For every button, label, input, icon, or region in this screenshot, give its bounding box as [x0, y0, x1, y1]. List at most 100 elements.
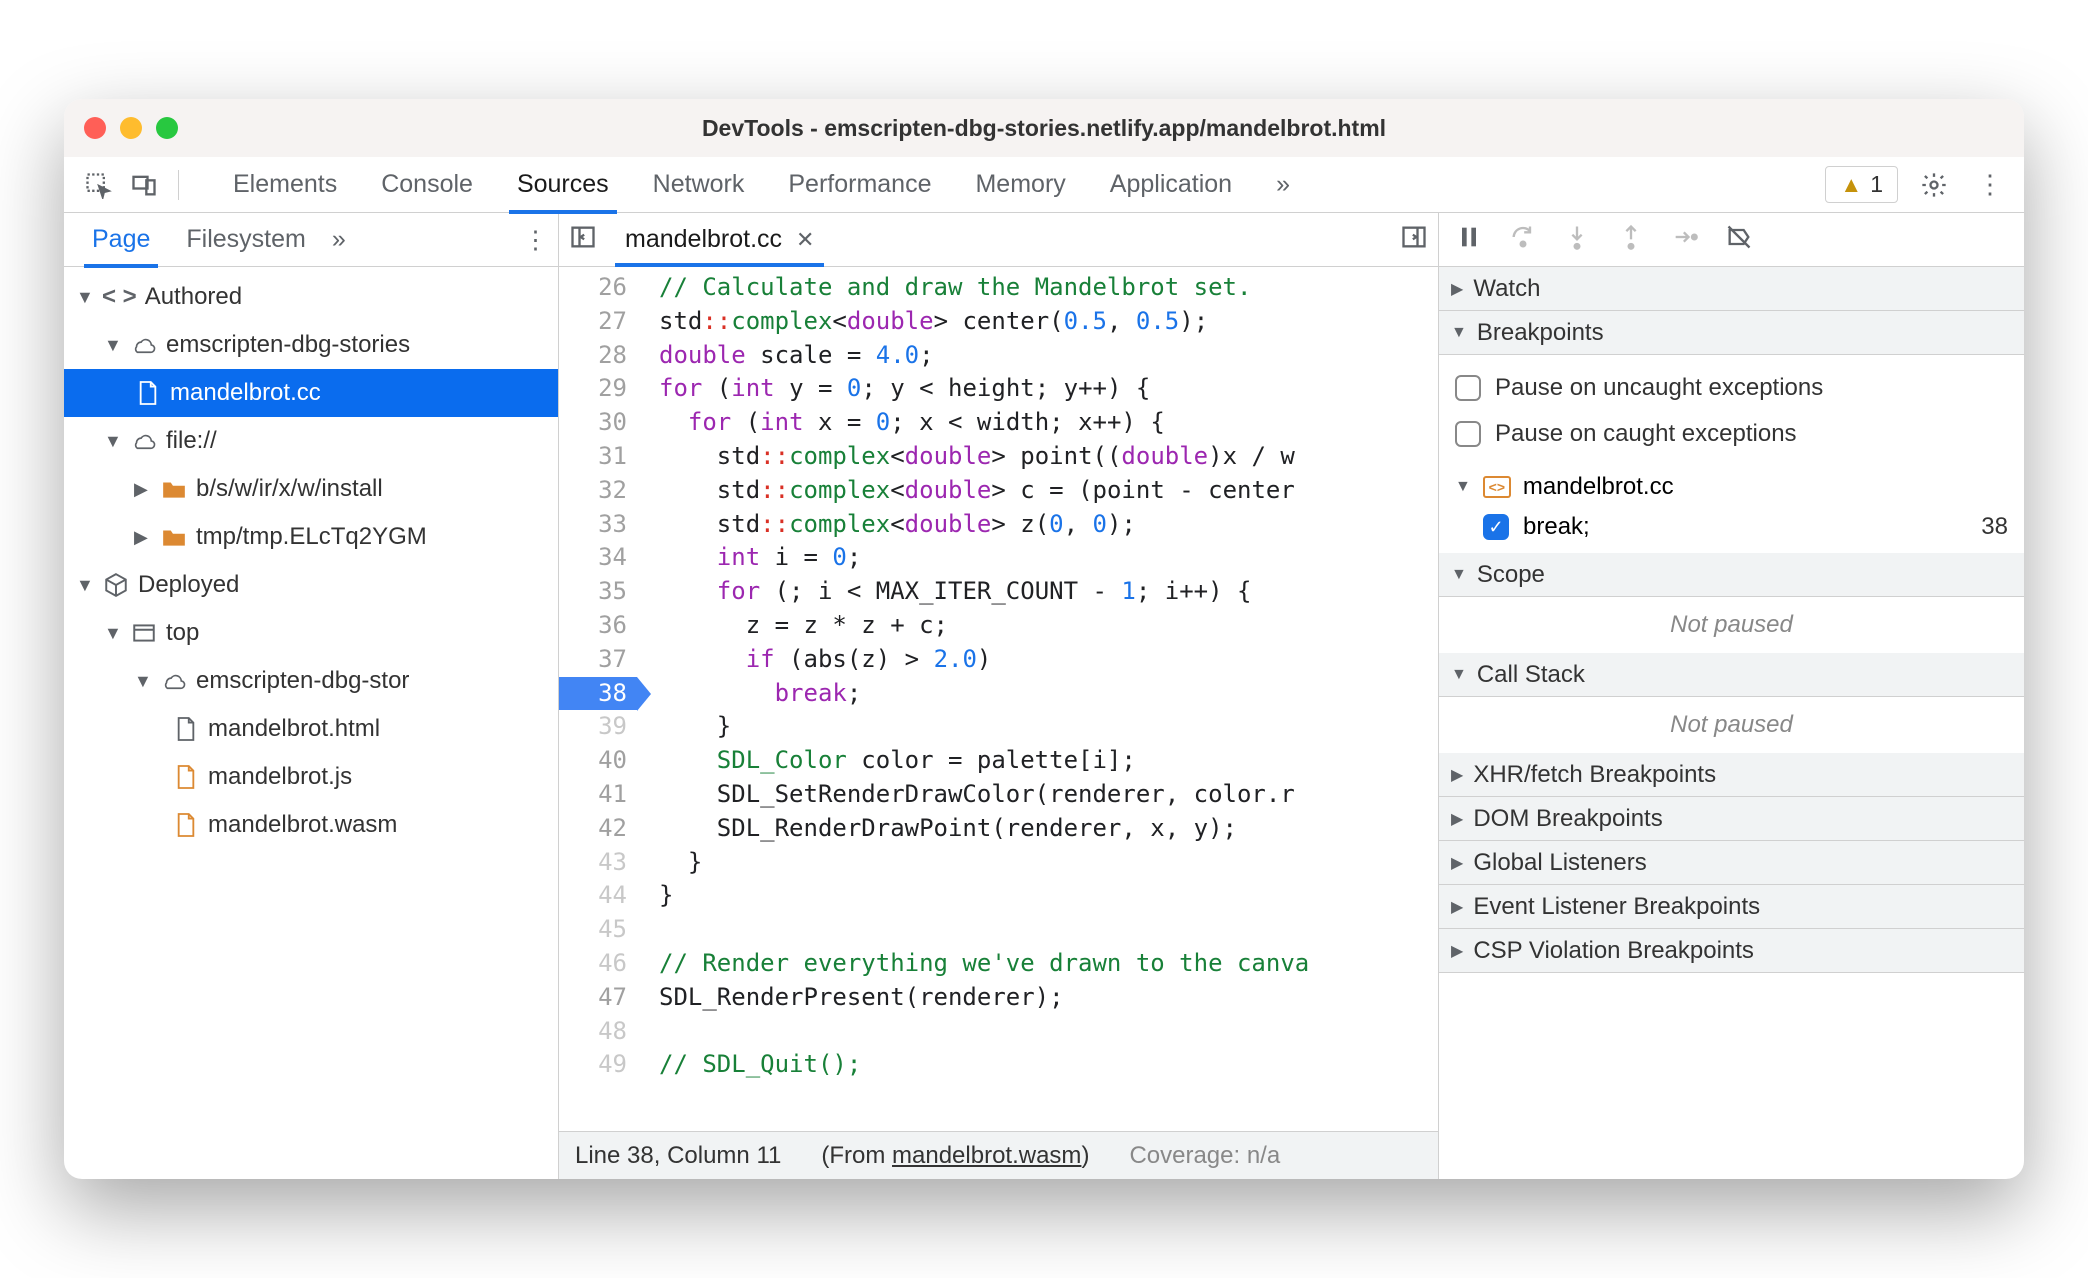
pause-icon[interactable] [1455, 223, 1483, 256]
tab-elements[interactable]: Elements [211, 156, 359, 213]
checkbox-unchecked-icon[interactable] [1455, 421, 1481, 447]
section-xhr[interactable]: ▶ XHR/fetch Breakpoints [1439, 753, 2024, 797]
file-icon [134, 379, 162, 407]
coverage-status: Coverage: n/a [1129, 1142, 1280, 1170]
section-dom[interactable]: ▶ DOM Breakpoints [1439, 797, 2024, 841]
file-icon [172, 811, 200, 839]
panel-tabs: Elements Console Sources Network Perform… [211, 156, 1312, 213]
tree-deployed[interactable]: ▼ Deployed [64, 561, 558, 609]
tabs-overflow[interactable]: » [1254, 156, 1312, 213]
caret-right-icon: ▶ [1451, 809, 1463, 829]
tree-file-wasm[interactable]: mandelbrot.wasm [64, 801, 558, 849]
caret-down-icon: ▼ [1455, 478, 1471, 496]
step-into-icon[interactable] [1563, 223, 1591, 256]
tree-file-js[interactable]: mandelbrot.js [64, 753, 558, 801]
editor-tabs: mandelbrot.cc ✕ [559, 213, 1438, 267]
tree-folder-tmp[interactable]: ▶ tmp/tmp.ELcTq2YGM [64, 513, 558, 561]
line-gutter[interactable]: 2627282930313233343536373839404142434445… [559, 267, 637, 1131]
device-toggle-icon[interactable] [124, 165, 164, 205]
frame-icon [130, 619, 158, 647]
tree-file-mandelbrot-cc[interactable]: mandelbrot.cc [64, 369, 558, 417]
file-icon [172, 715, 200, 743]
source-origin: (From mandelbrot.wasm) [821, 1142, 1089, 1170]
deployed-icon [102, 571, 130, 599]
toggle-debugger-icon[interactable] [1400, 223, 1428, 256]
file-tree: ▼ < > Authored ▼ emscripten-dbg-stories … [64, 267, 558, 1179]
section-csp[interactable]: ▶ CSP Violation Breakpoints [1439, 929, 2024, 973]
folder-icon [160, 523, 188, 551]
nav-tabs-overflow[interactable]: » [332, 225, 346, 254]
scope-not-paused: Not paused [1439, 597, 2024, 653]
cursor-position: Line 38, Column 11 [575, 1142, 781, 1170]
tree-file-scheme[interactable]: ▼ file:// [64, 417, 558, 465]
tree-origin-deployed[interactable]: ▼ emscripten-dbg-stor [64, 657, 558, 705]
pause-uncaught-row[interactable]: Pause on uncaught exceptions [1455, 365, 2008, 411]
section-event[interactable]: ▶ Event Listener Breakpoints [1439, 885, 2024, 929]
authored-icon: < > [102, 283, 137, 311]
nav-more-icon[interactable]: ⋮ [523, 225, 548, 255]
checkbox-checked-icon[interactable]: ✓ [1483, 514, 1509, 540]
tab-network[interactable]: Network [631, 156, 767, 213]
breakpoint-line-number: 38 [1981, 513, 2008, 541]
settings-icon[interactable] [1914, 165, 1954, 205]
caret-right-icon: ▶ [1451, 897, 1463, 917]
breakpoints-body: Pause on uncaught exceptions Pause on ca… [1439, 355, 2024, 467]
warning-icon: ▲ [1840, 172, 1862, 198]
tree-origin[interactable]: ▼ emscripten-dbg-stories [64, 321, 558, 369]
breakpoint-file[interactable]: ▼ <> mandelbrot.cc [1439, 467, 2024, 507]
callstack-not-paused: Not paused [1439, 697, 2024, 753]
toggle-navigator-icon[interactable] [569, 223, 597, 256]
inspect-element-icon[interactable] [78, 165, 118, 205]
section-breakpoints[interactable]: ▼ Breakpoints [1439, 311, 2024, 355]
code-editor[interactable]: 2627282930313233343536373839404142434445… [559, 267, 1438, 1131]
source-badge-icon: <> [1483, 476, 1511, 498]
tab-sources[interactable]: Sources [495, 156, 631, 213]
navigator-pane: Page Filesystem » ⋮ ▼ < > Authored ▼ ems… [64, 213, 559, 1179]
tree-authored[interactable]: ▼ < > Authored [64, 273, 558, 321]
tree-frame-top[interactable]: ▼ top [64, 609, 558, 657]
tab-application[interactable]: Application [1088, 156, 1254, 213]
more-icon[interactable]: ⋮ [1970, 165, 2010, 205]
checkbox-unchecked-icon[interactable] [1455, 375, 1481, 401]
step-icon[interactable] [1671, 223, 1699, 256]
toolbar-right: ▲ 1 ⋮ [1825, 165, 2010, 205]
section-callstack[interactable]: ▼ Call Stack [1439, 653, 2024, 697]
tab-memory[interactable]: Memory [953, 156, 1087, 213]
warning-count: 1 [1870, 171, 1883, 198]
editor-pane: mandelbrot.cc ✕ 262728293031323334353637… [559, 213, 1438, 1179]
caret-right-icon: ▶ [1451, 941, 1463, 961]
tree-folder-install[interactable]: ▶ b/s/w/ir/x/w/install [64, 465, 558, 513]
pause-caught-row[interactable]: Pause on caught exceptions [1455, 411, 2008, 457]
caret-down-icon: ▼ [1451, 324, 1467, 342]
section-global[interactable]: ▶ Global Listeners [1439, 841, 2024, 885]
caret-right-icon: ▶ [1451, 279, 1463, 299]
tab-console[interactable]: Console [359, 156, 495, 213]
devtools-window: DevTools - emscripten-dbg-stories.netlif… [64, 99, 2024, 1179]
nav-tab-page[interactable]: Page [74, 212, 168, 267]
debugger-pane: ▶ Watch ▼ Breakpoints Pause on uncaught … [1438, 213, 2024, 1179]
caret-right-icon: ▶ [1451, 765, 1463, 785]
cloud-icon [130, 331, 158, 359]
close-tab-icon[interactable]: ✕ [796, 227, 814, 253]
deactivate-breakpoints-icon[interactable] [1725, 223, 1753, 256]
section-watch[interactable]: ▶ Watch [1439, 267, 2024, 311]
caret-right-icon: ▶ [1451, 853, 1463, 873]
caret-down-icon: ▼ [1451, 666, 1467, 684]
nav-tab-filesystem[interactable]: Filesystem [168, 212, 323, 267]
editor-status-bar: Line 38, Column 11 (From mandelbrot.wasm… [559, 1131, 1438, 1179]
code-lines[interactable]: // Calculate and draw the Mandelbrot set… [637, 267, 1438, 1131]
step-out-icon[interactable] [1617, 223, 1645, 256]
tree-file-html[interactable]: mandelbrot.html [64, 705, 558, 753]
section-scope[interactable]: ▼ Scope [1439, 553, 2024, 597]
warning-badge[interactable]: ▲ 1 [1825, 166, 1898, 203]
source-link[interactable]: mandelbrot.wasm [892, 1142, 1081, 1169]
file-icon [172, 763, 200, 791]
caret-down-icon: ▼ [1451, 566, 1467, 584]
editor-tab-mandelbrot[interactable]: mandelbrot.cc ✕ [609, 213, 830, 266]
tab-performance[interactable]: Performance [766, 156, 953, 213]
folder-icon [160, 475, 188, 503]
divider [178, 170, 179, 200]
step-over-icon[interactable] [1509, 223, 1537, 256]
breakpoint-entry[interactable]: ✓ break; 38 [1439, 507, 2024, 553]
main-area: Page Filesystem » ⋮ ▼ < > Authored ▼ ems… [64, 213, 2024, 1179]
